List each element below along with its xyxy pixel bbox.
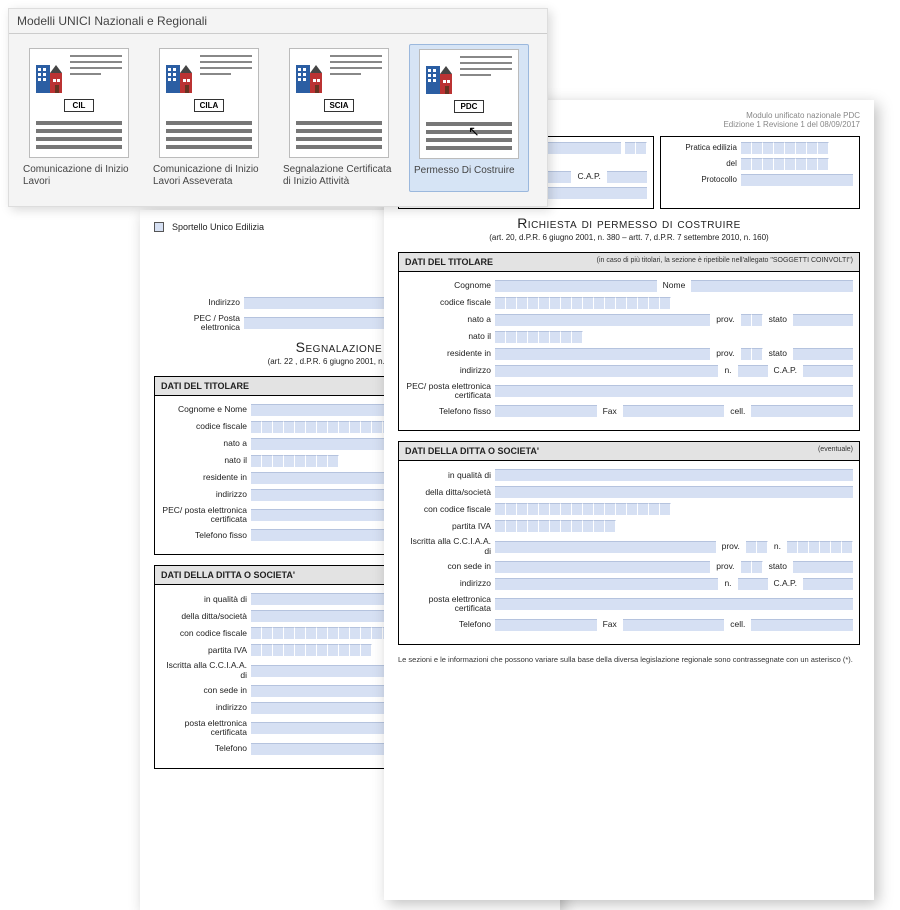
label-pec: PEC / Posta elettronica [154,314,240,333]
header-right-box: Pratica edilizia del Protocollo [660,136,860,209]
building-icon [296,55,326,93]
building-icon [166,55,196,93]
model-item-cila[interactable]: CILA Comunicazione di Inizio Lavori Asse… [149,44,269,192]
building-icon [36,55,66,93]
thumb-code: SCIA [324,99,354,112]
model-item-pdc[interactable]: PDC ↖ Permesso Di Costruire [409,44,529,192]
checkbox-icon [154,222,164,232]
thumb-code: PDC [454,100,484,113]
model-thumb: SCIA [289,48,389,158]
model-item-cil[interactable]: CIL Comunicazione di Inizio Lavori [19,44,139,192]
model-caption: Comunicazione di Inizio Lavori [23,164,135,188]
model-thumb: CIL [29,48,129,158]
section-title: DATI DEL TITOLARE [161,381,249,391]
section-title: DATI DELLA DITTA O SOCIETA' [161,570,295,580]
model-thumb: CILA [159,48,259,158]
document-pdc: Modulo unificato nazionale PDC Edizione … [384,100,874,900]
section-title: DATI DELLA DITTA O SOCIETA' [405,446,539,456]
footnote: Le sezioni e le informazioni che possono… [398,655,860,664]
section-hint: (eventuale) [818,446,853,456]
section-hint: (in caso di più titolari, la sezione è r… [597,257,853,267]
label-indirizzo: Indirizzo [154,298,240,307]
thumb-code: CILA [194,99,224,112]
chk-label: Sportello Unico Edilizia [172,222,264,232]
model-caption: Permesso Di Costruire [414,165,524,177]
doc-subtitle: (art. 20, d.P.R. 6 giugno 2001, n. 380 –… [398,233,860,242]
model-row: CIL Comunicazione di Inizio Lavori CILA … [9,34,547,196]
doc-title: Richiesta di permesso di costruire [398,215,860,231]
section-titolare: DATI DEL TITOLARE (in caso di più titola… [398,252,860,432]
building-icon [426,56,456,94]
model-caption: Segnalazione Certificata di Inizio Attiv… [283,164,395,188]
panel-title: Modelli UNICI Nazionali e Regionali [9,9,547,34]
model-item-scia[interactable]: SCIA Segnalazione Certificata di Inizio … [279,44,399,192]
thumb-code: CIL [64,99,94,112]
model-thumb: PDC ↖ [419,49,519,159]
model-selector-panel: Modelli UNICI Nazionali e Regionali CIL … [8,8,548,207]
section-ditta: DATI DELLA DITTA O SOCIETA' (eventuale) … [398,441,860,644]
model-caption: Comunicazione di Inizio Lavori Asseverat… [153,164,265,188]
section-title: DATI DEL TITOLARE [405,257,493,267]
